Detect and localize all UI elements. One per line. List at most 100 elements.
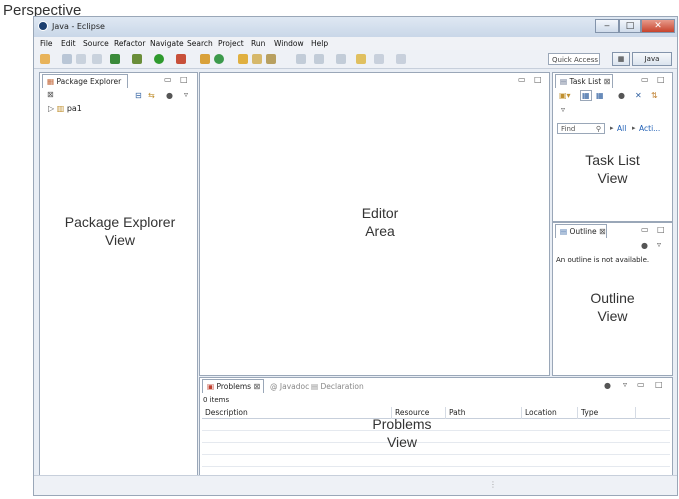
hide-completed-icon[interactable]: ✕: [635, 91, 642, 100]
project-folder-icon: ▥: [56, 104, 65, 113]
menu-window[interactable]: Window: [274, 39, 304, 48]
run-icon[interactable]: [154, 54, 164, 64]
arrow-icon: ▸: [632, 124, 636, 132]
menu-navigate[interactable]: Navigate: [150, 39, 184, 48]
project-tree-item[interactable]: ▷ ▥ pa1: [48, 104, 82, 113]
save-all-icon[interactable]: [76, 54, 86, 64]
prev-annotation-icon[interactable]: [336, 54, 346, 64]
tab-declaration[interactable]: ▤ Declaration: [311, 382, 364, 391]
status-bar: ⋮: [34, 475, 677, 495]
open-perspective-icon[interactable]: ▦: [612, 52, 630, 66]
activate-link[interactable]: Acti...: [639, 124, 660, 133]
window-title: Java - Eclipse: [52, 22, 105, 31]
tab-javadoc[interactable]: @ Javadoc: [270, 382, 309, 391]
search-tool-icon[interactable]: [266, 54, 276, 64]
categorized-icon[interactable]: ▦: [580, 90, 592, 101]
status-separator-icon: ⋮: [489, 480, 497, 489]
problems-tab-label: Problems: [216, 382, 252, 391]
editor-area[interactable]: ▭ □ Editor Area: [199, 72, 550, 376]
title-bar: Java - Eclipse ‒ □ ✕: [34, 17, 677, 37]
new-icon[interactable]: [40, 54, 50, 64]
project-name: pa1: [66, 104, 82, 113]
close-button[interactable]: ✕: [641, 19, 675, 33]
close-view-icon[interactable]: ⊠: [604, 77, 611, 86]
find-input[interactable]: Find ⚲: [557, 123, 605, 134]
close-view-icon[interactable]: ⊠: [599, 227, 606, 236]
maximize-view-icon[interactable]: □: [657, 75, 665, 84]
debug-icon[interactable]: [110, 54, 120, 64]
column-type[interactable]: Type: [578, 407, 636, 419]
close-view-icon[interactable]: ⊠: [47, 90, 54, 99]
tab-problems[interactable]: ▣ Problems ⊠: [202, 379, 264, 393]
new-task-icon[interactable]: ▣▾: [559, 91, 571, 100]
minimize-view-icon[interactable]: ▭: [164, 75, 172, 84]
problems-panel: ▣ Problems ⊠ @ Javadoc ▤ Declaration ● ▿…: [199, 377, 673, 479]
all-link[interactable]: All: [617, 124, 626, 133]
tab-package-explorer[interactable]: ▦ Package Explorer ⊠: [42, 74, 128, 99]
eclipse-window: Java - Eclipse ‒ □ ✕ File Edit Source Re…: [33, 16, 678, 496]
quick-access-input[interactable]: Quick Access: [548, 53, 600, 65]
javadoc-icon: @: [270, 382, 278, 391]
scheduled-icon[interactable]: ▦: [596, 91, 604, 100]
menu-project[interactable]: Project: [218, 39, 244, 48]
java-perspective-button[interactable]: Java: [632, 52, 672, 66]
tab-outline[interactable]: ▤ Outline ⊠: [555, 224, 607, 238]
maximize-button[interactable]: □: [619, 19, 641, 33]
maximize-view-icon[interactable]: □: [655, 380, 663, 389]
declaration-tab-label: Declaration: [320, 382, 364, 391]
view-menu-icon[interactable]: ▿: [561, 105, 565, 114]
last-edit-icon[interactable]: [356, 54, 366, 64]
focus-icon[interactable]: ●: [618, 91, 625, 100]
new-class-icon[interactable]: [214, 54, 224, 64]
print-icon[interactable]: [92, 54, 102, 64]
main-toolbar: Quick Access ▦ Java: [34, 50, 677, 69]
annotation-icon[interactable]: [296, 54, 306, 64]
save-icon[interactable]: [62, 54, 72, 64]
menu-search[interactable]: Search: [187, 39, 213, 48]
focus-icon[interactable]: ●: [641, 241, 648, 250]
new-java-project-icon[interactable]: [200, 54, 210, 64]
task-list-panel: ▤ Task List ⊠ ▭ □ ▣▾ ▦ ▦ ● ✕ ⇅ ▿ Find ⚲ …: [552, 72, 673, 222]
close-view-icon[interactable]: ⊠: [253, 382, 260, 391]
menu-refactor[interactable]: Refactor: [114, 39, 145, 48]
open-type-icon[interactable]: [238, 54, 248, 64]
link-editor-icon[interactable]: ⇆: [148, 91, 155, 100]
sync-icon[interactable]: ⇅: [651, 91, 658, 100]
minimize-view-icon[interactable]: ▭: [641, 225, 649, 234]
minimize-view-icon[interactable]: ▭: [637, 380, 645, 389]
next-annotation-icon[interactable]: [314, 54, 324, 64]
external-tools-icon[interactable]: [132, 54, 142, 64]
menu-run[interactable]: Run: [251, 39, 265, 48]
view-menu-icon[interactable]: ▿: [184, 90, 188, 99]
open-folder-icon[interactable]: [252, 54, 262, 64]
minimize-view-icon[interactable]: ▭: [641, 75, 649, 84]
menu-source[interactable]: Source: [83, 39, 109, 48]
minimize-button[interactable]: ‒: [595, 19, 619, 33]
expand-icon[interactable]: ▷: [48, 104, 54, 113]
tab-task-list[interactable]: ▤ Task List ⊠: [555, 74, 613, 88]
back-arrow-icon[interactable]: [374, 54, 384, 64]
find-placeholder: Find: [561, 125, 576, 133]
problems-annotation: Problems View: [372, 416, 432, 450]
view-menu-icon[interactable]: ▿: [657, 240, 661, 249]
view-menu-icon[interactable]: ▿: [623, 380, 627, 389]
eclipse-icon: [38, 21, 48, 31]
editor-maximize-icon[interactable]: □: [534, 75, 542, 84]
menu-edit[interactable]: Edit: [61, 39, 76, 48]
coverage-icon[interactable]: [176, 54, 186, 64]
focus-icon[interactable]: ●: [604, 381, 611, 390]
problems-table: Description Resource Path Location Type …: [202, 407, 670, 479]
arrow-icon: ▸: [610, 124, 614, 132]
column-location[interactable]: Location: [522, 407, 578, 419]
column-path[interactable]: Path: [446, 407, 522, 419]
maximize-view-icon[interactable]: □: [657, 225, 665, 234]
maximize-view-icon[interactable]: □: [180, 75, 188, 84]
focus-icon[interactable]: ●: [166, 91, 173, 100]
task-list-tab-label: Task List: [569, 77, 602, 86]
collapse-all-icon[interactable]: ⊟: [135, 91, 142, 100]
menu-help[interactable]: Help: [311, 39, 328, 48]
menu-file[interactable]: File: [40, 39, 53, 48]
forward-arrow-icon[interactable]: [396, 54, 406, 64]
java-perspective-label: Java: [644, 55, 660, 63]
editor-minimize-icon[interactable]: ▭: [518, 75, 526, 84]
